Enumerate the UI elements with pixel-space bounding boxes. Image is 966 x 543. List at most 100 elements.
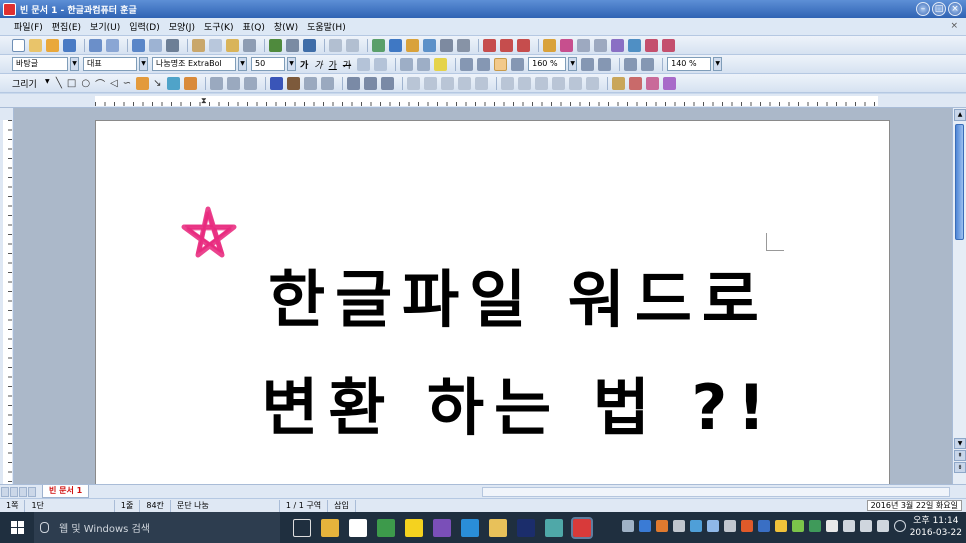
language-dropdown-icon[interactable]: ▼ <box>139 57 148 71</box>
preview-icon[interactable] <box>106 38 119 52</box>
subscript-icon[interactable] <box>417 57 431 71</box>
tray-monitor-icon[interactable] <box>826 520 838 532</box>
tab-next-icon[interactable] <box>19 486 27 497</box>
flip-h-icon[interactable] <box>440 76 454 90</box>
connector-tool-icon[interactable]: ↘ <box>153 78 161 89</box>
document-page[interactable]: 한글파일 워드로 변환 하는 법 ?! <box>95 120 890 484</box>
font-select[interactable]: 나눔명조 ExtraBol <box>152 57 236 71</box>
tab-last-icon[interactable] <box>28 486 36 497</box>
flip-v-icon[interactable] <box>457 76 471 90</box>
font-color-icon[interactable] <box>357 57 371 71</box>
internet-explorer-icon[interactable] <box>461 518 479 537</box>
header-icon[interactable] <box>577 38 590 52</box>
document-text-line-1[interactable]: 한글파일 워드로 <box>96 249 891 339</box>
edit-points-icon[interactable] <box>611 76 625 90</box>
scroll-up-icon[interactable]: ▲ <box>954 109 966 121</box>
special-char-icon[interactable] <box>457 38 470 52</box>
style-dropdown-icon[interactable]: ▼ <box>70 57 79 71</box>
rectangle-tool-icon[interactable]: □ <box>67 78 76 89</box>
find-icon[interactable] <box>166 38 179 52</box>
print-icon[interactable] <box>89 38 102 52</box>
footnote-icon[interactable] <box>560 38 573 52</box>
taskbar-search-box[interactable]: 웹 및 Windows 검색 <box>34 512 280 543</box>
textbox-icon[interactable] <box>166 76 180 90</box>
save-icon[interactable] <box>63 38 76 52</box>
wifi-icon[interactable] <box>843 520 855 532</box>
brightness-icon[interactable] <box>517 76 531 90</box>
equation-icon[interactable] <box>423 38 436 52</box>
page-number-icon[interactable] <box>611 38 624 52</box>
bluetooth-icon[interactable] <box>639 520 651 532</box>
new-document-icon[interactable] <box>12 38 25 52</box>
font-dropdown-icon[interactable]: ▼ <box>238 57 247 71</box>
menu-help[interactable]: 도움말(H) <box>307 20 346 33</box>
line-style-icon[interactable] <box>303 76 317 90</box>
tray-app-icon[interactable] <box>656 520 668 532</box>
document-text-line-2[interactable]: 변환 하는 법 ?! <box>96 357 891 447</box>
menu-view[interactable]: 보기(U) <box>90 20 120 33</box>
symbol-icon[interactable] <box>440 38 453 52</box>
bold-button[interactable]: 가 <box>300 58 308 71</box>
line-spacing-select[interactable]: 160 % <box>528 57 567 71</box>
menu-tools[interactable]: 도구(K) <box>204 20 234 33</box>
menu-window[interactable]: 창(W) <box>274 20 298 33</box>
music-app-icon[interactable] <box>433 518 451 537</box>
contrast-icon[interactable] <box>534 76 548 90</box>
line-spacing-dropdown-icon[interactable]: ▼ <box>568 57 578 71</box>
status-insert-mode[interactable]: 삽입 <box>328 499 356 512</box>
3d-icon[interactable] <box>423 76 437 90</box>
arc-tool-icon[interactable]: ⌒ <box>95 76 105 91</box>
chart-icon[interactable] <box>406 38 419 52</box>
cut-icon[interactable] <box>192 38 205 52</box>
curve-tool-icon[interactable]: ∽ <box>123 78 131 89</box>
taskbar-clock[interactable]: 오후 11:14 2016-03-22 <box>910 515 962 539</box>
tray-circle-icon[interactable] <box>894 520 906 532</box>
keyboard-icon[interactable] <box>673 520 685 532</box>
tray-green-icon[interactable] <box>809 520 821 532</box>
flame-icon[interactable] <box>741 520 753 532</box>
menu-edit[interactable]: 편집(E) <box>52 20 81 33</box>
reset-picture-icon[interactable] <box>585 76 599 90</box>
highlight-icon[interactable] <box>434 57 448 71</box>
hwp-app-icon[interactable] <box>3 2 16 16</box>
menu-table[interactable]: 표(Q) <box>242 20 264 33</box>
task-view-icon[interactable] <box>293 518 311 537</box>
char-shape-icon[interactable] <box>374 57 388 71</box>
group-icon[interactable] <box>209 76 223 90</box>
distribute-icon[interactable] <box>363 76 377 90</box>
ungroup-icon[interactable] <box>226 76 240 90</box>
footer-icon[interactable] <box>594 38 607 52</box>
hyperlink-icon[interactable] <box>329 38 342 52</box>
scroll-down-icon[interactable]: ▼ <box>954 438 966 449</box>
scroll-thumb[interactable] <box>955 124 964 240</box>
drawing-menu-icon[interactable]: ▼ <box>43 76 52 90</box>
menu-format[interactable]: 모양(J) <box>169 20 195 33</box>
pen-tool-icon[interactable] <box>136 76 150 90</box>
indent-decrease-icon[interactable] <box>581 57 595 71</box>
font-size-select[interactable]: 50 <box>251 57 285 71</box>
spreadsheet-app-icon[interactable] <box>545 518 563 537</box>
strikethrough-button[interactable]: 가 <box>343 58 351 71</box>
microphone-icon[interactable] <box>40 522 49 533</box>
align-center-icon[interactable] <box>494 57 508 71</box>
close-button[interactable]: × <box>948 2 962 16</box>
shape-gallery-icon[interactable] <box>183 76 197 90</box>
cell-merge-icon[interactable] <box>483 38 496 52</box>
pencil-icon[interactable] <box>792 520 804 532</box>
copy-icon[interactable] <box>209 38 222 52</box>
watermark-icon[interactable] <box>551 76 565 90</box>
cell-border-icon[interactable] <box>517 38 530 52</box>
memo-icon[interactable] <box>543 38 556 52</box>
object-properties-icon[interactable] <box>628 76 642 90</box>
shield-icon[interactable] <box>707 520 719 532</box>
minimize-button[interactable]: – <box>916 2 930 16</box>
align-right-icon[interactable] <box>511 57 525 71</box>
table-grid-icon[interactable] <box>303 38 316 52</box>
maximize-button[interactable]: □ <box>932 2 946 16</box>
open-icon[interactable] <box>29 38 42 52</box>
table-icon[interactable] <box>389 38 402 52</box>
font-size-dropdown-icon[interactable]: ▼ <box>287 57 296 71</box>
style-select[interactable]: 바탕글 <box>12 57 68 71</box>
open-folder-icon[interactable] <box>46 38 59 52</box>
horizontal-scrollbar[interactable] <box>482 487 950 497</box>
